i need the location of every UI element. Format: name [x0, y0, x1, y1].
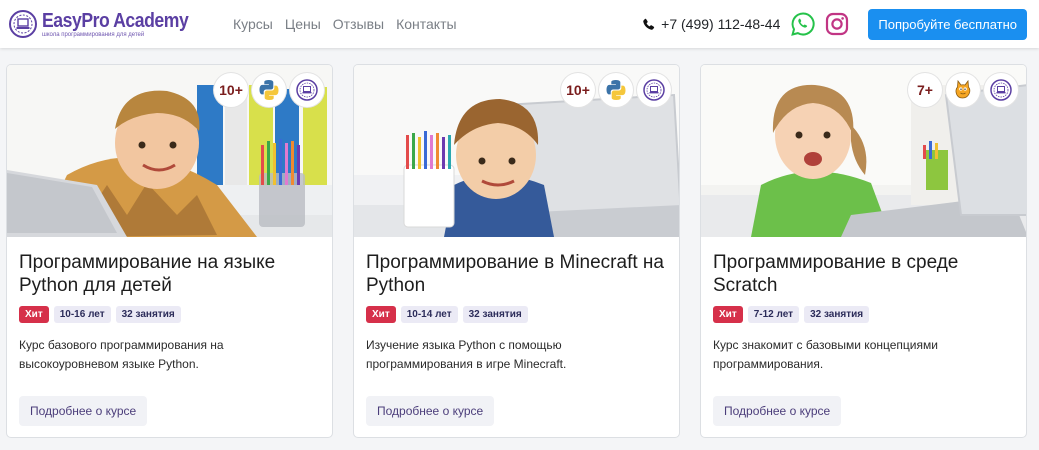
hit-tag: Хит — [366, 306, 396, 323]
course-tags: Хит 7-12 лет 32 занятия — [713, 306, 1014, 323]
course-title: Программирование на языке Python для дет… — [19, 252, 276, 296]
python-logo-icon — [252, 73, 286, 107]
hit-tag: Хит — [713, 306, 743, 323]
brand-name: EasyPro Academy — [42, 9, 189, 32]
academy-badge-icon — [637, 73, 671, 107]
nav-link-courses[interactable]: Курсы — [233, 16, 273, 32]
try-free-button[interactable]: Попробуйте бесплатно — [868, 8, 1027, 40]
hit-tag: Хит — [19, 306, 49, 323]
lessons-tag: 32 занятия — [804, 306, 870, 323]
course-details-button[interactable]: Подробнее о курсе — [19, 396, 148, 426]
instagram-icon[interactable] — [824, 11, 850, 37]
course-cards: 10+ Программирование на языке Python для… — [6, 64, 1027, 438]
course-title: Программирование в среде Scratch — [713, 252, 959, 296]
course-card: 10+ Программирование на языке Python для… — [6, 64, 333, 438]
age-range-tag: 7-12 лет — [747, 306, 800, 323]
brand-emblem-icon — [9, 10, 37, 38]
course-card: 7+ Программирование в среде Scratch Хит — [700, 64, 1027, 438]
python-logo-icon — [599, 73, 633, 107]
age-badge: 7+ — [908, 73, 942, 107]
nav-link-contacts[interactable]: Контакты — [396, 16, 456, 32]
academy-badge-icon — [984, 73, 1018, 107]
course-details-button[interactable]: Подробнее о курсе — [366, 396, 495, 426]
main-nav: Курсы Цены Отзывы Контакты — [233, 16, 457, 32]
nav-link-reviews[interactable]: Отзывы — [333, 16, 384, 32]
scratch-cat-icon — [946, 73, 980, 107]
brand-tagline: школа программирования для детей — [42, 31, 145, 38]
course-description: Курс знакомит с базовыми концепциями про… — [713, 338, 938, 371]
nav-link-prices[interactable]: Цены — [285, 16, 321, 32]
course-photo: 10+ — [354, 65, 679, 237]
brand-logo-link[interactable]: EasyPro Academy школа программирования д… — [8, 9, 213, 39]
age-badge: 10+ — [214, 73, 248, 107]
course-tags: Хит 10-16 лет 32 занятия — [19, 306, 320, 323]
age-range-tag: 10-16 лет — [53, 306, 111, 323]
course-description: Курс базового программирования на высоко… — [19, 338, 224, 371]
age-range-tag: 10-14 лет — [400, 306, 458, 323]
top-navbar: EasyPro Academy школа программирования д… — [0, 0, 1039, 48]
course-card: 10+ Программирование в Minecraft на Pyth… — [353, 64, 680, 438]
course-description: Изучение языка Python с помощью программ… — [366, 338, 567, 371]
course-title: Программирование в Minecraft на Python — [366, 252, 664, 296]
phone-link[interactable]: +7 (499) 112-48-44 — [642, 16, 780, 32]
course-tags: Хит 10-14 лет 32 занятия — [366, 306, 667, 323]
phone-icon — [642, 18, 655, 31]
academy-badge-icon — [290, 73, 324, 107]
lessons-tag: 32 занятия — [115, 306, 181, 323]
course-photo: 7+ — [701, 65, 1026, 237]
lessons-tag: 32 занятия — [462, 306, 528, 323]
whatsapp-icon[interactable] — [790, 11, 816, 37]
course-photo: 10+ — [7, 65, 332, 237]
age-badge: 10+ — [561, 73, 595, 107]
course-details-button[interactable]: Подробнее о курсе — [713, 396, 842, 426]
phone-number: +7 (499) 112-48-44 — [661, 16, 781, 32]
